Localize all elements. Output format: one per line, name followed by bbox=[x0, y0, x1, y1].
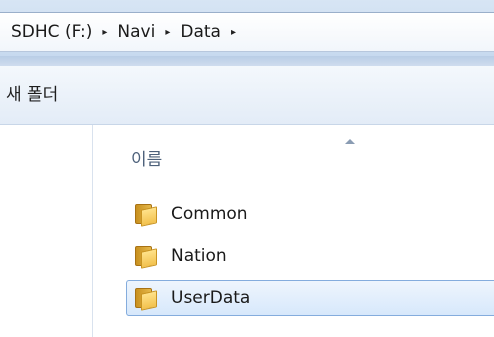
address-bar-strip bbox=[0, 56, 494, 66]
list-item-selected[interactable]: UserData bbox=[126, 280, 494, 316]
list-item[interactable]: Nation bbox=[126, 238, 494, 274]
address-bar-area: SDHC (F:) ▸ Navi ▸ Data ▸ bbox=[0, 0, 494, 66]
list-item[interactable]: Common bbox=[126, 196, 494, 232]
file-name: Nation bbox=[171, 246, 227, 266]
sort-ascending-icon bbox=[345, 139, 355, 144]
toolbar: 새 폴더 bbox=[0, 66, 494, 125]
file-name: UserData bbox=[171, 288, 251, 308]
address-bar[interactable]: SDHC (F:) ▸ Navi ▸ Data ▸ bbox=[0, 12, 494, 52]
column-header-name[interactable]: 이름 bbox=[93, 125, 494, 183]
breadcrumb-arrow-icon[interactable]: ▸ bbox=[102, 27, 107, 38]
breadcrumb-item-data[interactable]: Data bbox=[179, 22, 222, 42]
folder-icon bbox=[135, 203, 157, 227]
file-list: Common Nation UserData bbox=[126, 196, 494, 322]
file-name: Common bbox=[171, 204, 248, 224]
breadcrumb-item-drive[interactable]: SDHC (F:) bbox=[10, 22, 93, 42]
breadcrumb-arrow-icon[interactable]: ▸ bbox=[231, 27, 236, 38]
breadcrumb: SDHC (F:) ▸ Navi ▸ Data ▸ bbox=[10, 13, 239, 51]
breadcrumb-item-navi[interactable]: Navi bbox=[116, 22, 156, 42]
folder-icon bbox=[135, 245, 157, 269]
folder-icon bbox=[135, 287, 157, 311]
breadcrumb-arrow-icon[interactable]: ▸ bbox=[165, 27, 170, 38]
column-header-label: 이름 bbox=[131, 150, 163, 170]
new-folder-button[interactable]: 새 폴더 bbox=[2, 66, 62, 124]
navigation-pane[interactable] bbox=[0, 125, 92, 337]
